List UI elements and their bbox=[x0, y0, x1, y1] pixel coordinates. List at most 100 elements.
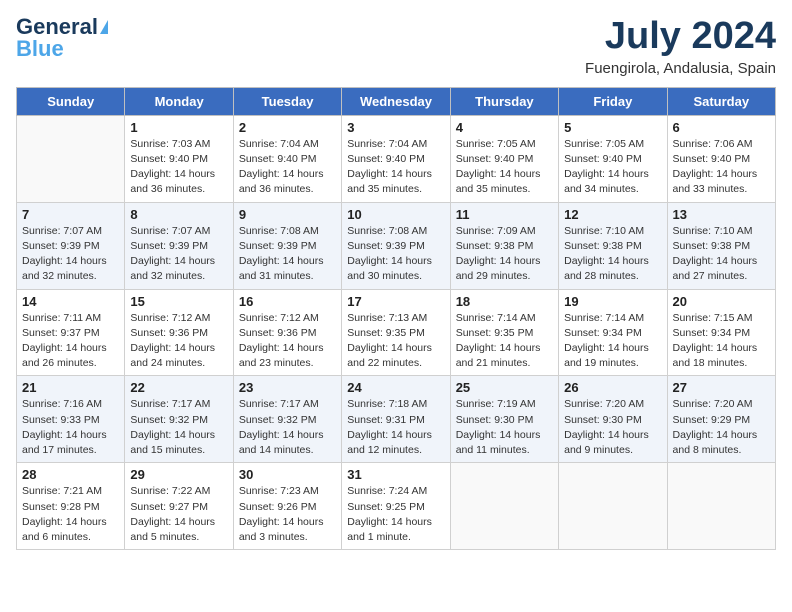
calendar-cell: 18 Sunrise: 7:14 AM Sunset: 9:35 PM Dayli… bbox=[450, 289, 558, 376]
day-number: 19 bbox=[564, 294, 661, 309]
page-header: General Blue July 2024 Fuengirola, Andal… bbox=[16, 16, 776, 77]
day-number: 7 bbox=[22, 207, 119, 222]
day-info: Sunrise: 7:03 AM Sunset: 9:40 PM Dayligh… bbox=[130, 137, 227, 198]
day-number: 18 bbox=[456, 294, 553, 309]
calendar-week-row: 1 Sunrise: 7:03 AM Sunset: 9:40 PM Daylig… bbox=[17, 115, 776, 202]
day-number: 6 bbox=[673, 120, 770, 135]
day-number: 12 bbox=[564, 207, 661, 222]
calendar-cell: 30Sunrise: 7:23 AM Sunset: 9:26 PM Dayli… bbox=[233, 463, 341, 550]
day-info: Sunrise: 7:08 AM Sunset: 9:39 PM Dayligh… bbox=[347, 224, 444, 285]
calendar-week-row: 14 Sunrise: 7:11 AM Sunset: 9:37 PM Dayli… bbox=[17, 289, 776, 376]
logo-triangle-icon bbox=[100, 20, 108, 34]
calendar-cell: 13Sunrise: 7:10 AM Sunset: 9:38 PM Dayli… bbox=[667, 202, 775, 289]
calendar-table: SundayMondayTuesdayWednesdayThursdayFrid… bbox=[16, 87, 776, 550]
day-number: 10 bbox=[347, 207, 444, 222]
calendar-cell: 6 Sunrise: 7:06 AM Sunset: 9:40 PM Daylig… bbox=[667, 115, 775, 202]
weekday-header-monday: Monday bbox=[125, 87, 233, 115]
day-number: 13 bbox=[673, 207, 770, 222]
day-number: 16 bbox=[239, 294, 336, 309]
calendar-header-row: SundayMondayTuesdayWednesdayThursdayFrid… bbox=[17, 87, 776, 115]
weekday-header-tuesday: Tuesday bbox=[233, 87, 341, 115]
day-info: Sunrise: 7:07 AM Sunset: 9:39 PM Dayligh… bbox=[22, 224, 119, 285]
calendar-cell: 28 Sunrise: 7:21 AM Sunset: 9:28 PM Dayli… bbox=[17, 463, 125, 550]
location-title: Fuengirola, Andalusia, Spain bbox=[585, 60, 776, 77]
day-info: Sunrise: 7:06 AM Sunset: 9:40 PM Dayligh… bbox=[673, 137, 770, 198]
day-number: 31 bbox=[347, 467, 444, 482]
day-number: 23 bbox=[239, 380, 336, 395]
day-number: 14 bbox=[22, 294, 119, 309]
calendar-cell bbox=[17, 115, 125, 202]
day-number: 5 bbox=[564, 120, 661, 135]
calendar-cell bbox=[450, 463, 558, 550]
day-info: Sunrise: 7:15 AM Sunset: 9:34 PM Dayligh… bbox=[673, 311, 770, 372]
day-number: 3 bbox=[347, 120, 444, 135]
day-info: Sunrise: 7:11 AM Sunset: 9:37 PM Dayligh… bbox=[22, 311, 119, 372]
day-info: Sunrise: 7:21 AM Sunset: 9:28 PM Dayligh… bbox=[22, 484, 119, 545]
day-number: 11 bbox=[456, 207, 553, 222]
calendar-cell: 3 Sunrise: 7:04 AM Sunset: 9:40 PM Daylig… bbox=[342, 115, 450, 202]
calendar-cell: 4 Sunrise: 7:05 AM Sunset: 9:40 PM Daylig… bbox=[450, 115, 558, 202]
day-number: 20 bbox=[673, 294, 770, 309]
calendar-cell: 23 Sunrise: 7:17 AM Sunset: 9:32 PM Dayli… bbox=[233, 376, 341, 463]
day-info: Sunrise: 7:05 AM Sunset: 9:40 PM Dayligh… bbox=[456, 137, 553, 198]
calendar-cell bbox=[667, 463, 775, 550]
weekday-header-saturday: Saturday bbox=[667, 87, 775, 115]
calendar-cell: 10 Sunrise: 7:08 AM Sunset: 9:39 PM Dayli… bbox=[342, 202, 450, 289]
day-info: Sunrise: 7:12 AM Sunset: 9:36 PM Dayligh… bbox=[239, 311, 336, 372]
day-number: 4 bbox=[456, 120, 553, 135]
day-info: Sunrise: 7:20 AM Sunset: 9:30 PM Dayligh… bbox=[564, 397, 661, 458]
calendar-cell: 21Sunrise: 7:16 AM Sunset: 9:33 PM Dayli… bbox=[17, 376, 125, 463]
calendar-cell: 2Sunrise: 7:04 AM Sunset: 9:40 PM Daylig… bbox=[233, 115, 341, 202]
calendar-cell: 31 Sunrise: 7:24 AM Sunset: 9:25 PM Dayli… bbox=[342, 463, 450, 550]
day-number: 2 bbox=[239, 120, 336, 135]
day-info: Sunrise: 7:19 AM Sunset: 9:30 PM Dayligh… bbox=[456, 397, 553, 458]
logo-text-general: General bbox=[16, 16, 98, 38]
calendar-cell: 19 Sunrise: 7:14 AM Sunset: 9:34 PM Dayli… bbox=[559, 289, 667, 376]
day-info: Sunrise: 7:17 AM Sunset: 9:32 PM Dayligh… bbox=[130, 397, 227, 458]
day-info: Sunrise: 7:08 AM Sunset: 9:39 PM Dayligh… bbox=[239, 224, 336, 285]
calendar-week-row: 28 Sunrise: 7:21 AM Sunset: 9:28 PM Dayli… bbox=[17, 463, 776, 550]
calendar-cell: 1 Sunrise: 7:03 AM Sunset: 9:40 PM Daylig… bbox=[125, 115, 233, 202]
calendar-cell: 29Sunrise: 7:22 AM Sunset: 9:27 PM Dayli… bbox=[125, 463, 233, 550]
weekday-header-friday: Friday bbox=[559, 87, 667, 115]
calendar-cell: 14 Sunrise: 7:11 AM Sunset: 9:37 PM Dayli… bbox=[17, 289, 125, 376]
calendar-cell: 15Sunrise: 7:12 AM Sunset: 9:36 PM Dayli… bbox=[125, 289, 233, 376]
day-info: Sunrise: 7:09 AM Sunset: 9:38 PM Dayligh… bbox=[456, 224, 553, 285]
calendar-cell: 9 Sunrise: 7:08 AM Sunset: 9:39 PM Daylig… bbox=[233, 202, 341, 289]
calendar-cell: 5 Sunrise: 7:05 AM Sunset: 9:40 PM Daylig… bbox=[559, 115, 667, 202]
day-number: 27 bbox=[673, 380, 770, 395]
day-info: Sunrise: 7:10 AM Sunset: 9:38 PM Dayligh… bbox=[564, 224, 661, 285]
calendar-cell: 16 Sunrise: 7:12 AM Sunset: 9:36 PM Dayli… bbox=[233, 289, 341, 376]
day-info: Sunrise: 7:17 AM Sunset: 9:32 PM Dayligh… bbox=[239, 397, 336, 458]
calendar-cell: 12 Sunrise: 7:10 AM Sunset: 9:38 PM Dayli… bbox=[559, 202, 667, 289]
calendar-week-row: 21Sunrise: 7:16 AM Sunset: 9:33 PM Dayli… bbox=[17, 376, 776, 463]
day-number: 29 bbox=[130, 467, 227, 482]
calendar-cell bbox=[559, 463, 667, 550]
day-info: Sunrise: 7:12 AM Sunset: 9:36 PM Dayligh… bbox=[130, 311, 227, 372]
day-number: 25 bbox=[456, 380, 553, 395]
calendar-cell: 26 Sunrise: 7:20 AM Sunset: 9:30 PM Dayli… bbox=[559, 376, 667, 463]
day-number: 17 bbox=[347, 294, 444, 309]
day-number: 28 bbox=[22, 467, 119, 482]
calendar-cell: 20 Sunrise: 7:15 AM Sunset: 9:34 PM Dayli… bbox=[667, 289, 775, 376]
weekday-header-thursday: Thursday bbox=[450, 87, 558, 115]
logo-text-blue: Blue bbox=[16, 38, 64, 60]
day-info: Sunrise: 7:20 AM Sunset: 9:29 PM Dayligh… bbox=[673, 397, 770, 458]
calendar-cell: 27 Sunrise: 7:20 AM Sunset: 9:29 PM Dayli… bbox=[667, 376, 775, 463]
day-number: 1 bbox=[130, 120, 227, 135]
weekday-header-wednesday: Wednesday bbox=[342, 87, 450, 115]
day-number: 22 bbox=[130, 380, 227, 395]
day-info: Sunrise: 7:04 AM Sunset: 9:40 PM Dayligh… bbox=[347, 137, 444, 198]
day-info: Sunrise: 7:14 AM Sunset: 9:34 PM Dayligh… bbox=[564, 311, 661, 372]
calendar-cell: 7 Sunrise: 7:07 AM Sunset: 9:39 PM Daylig… bbox=[17, 202, 125, 289]
day-info: Sunrise: 7:07 AM Sunset: 9:39 PM Dayligh… bbox=[130, 224, 227, 285]
calendar-week-row: 7 Sunrise: 7:07 AM Sunset: 9:39 PM Daylig… bbox=[17, 202, 776, 289]
day-info: Sunrise: 7:24 AM Sunset: 9:25 PM Dayligh… bbox=[347, 484, 444, 545]
day-info: Sunrise: 7:14 AM Sunset: 9:35 PM Dayligh… bbox=[456, 311, 553, 372]
day-info: Sunrise: 7:13 AM Sunset: 9:35 PM Dayligh… bbox=[347, 311, 444, 372]
day-number: 26 bbox=[564, 380, 661, 395]
day-number: 9 bbox=[239, 207, 336, 222]
day-info: Sunrise: 7:05 AM Sunset: 9:40 PM Dayligh… bbox=[564, 137, 661, 198]
title-block: July 2024 Fuengirola, Andalusia, Spain bbox=[585, 16, 776, 77]
day-number: 30 bbox=[239, 467, 336, 482]
